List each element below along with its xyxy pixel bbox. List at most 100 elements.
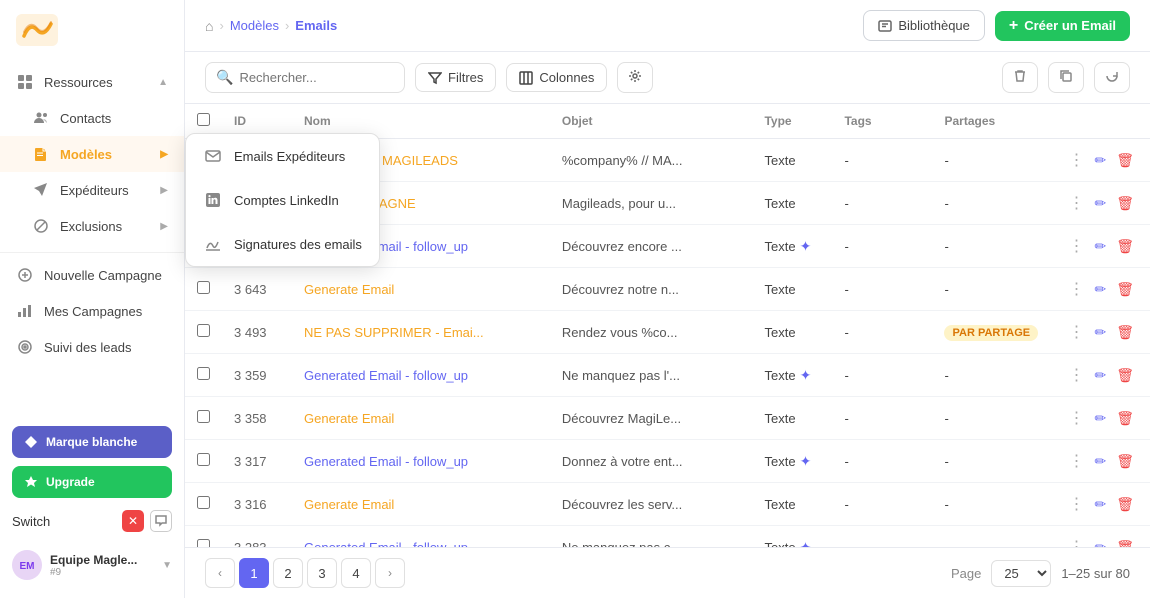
row-checkbox[interactable] <box>197 281 210 294</box>
sidebar-item-contacts[interactable]: Contacts <box>0 100 184 136</box>
next-page-button[interactable]: › <box>375 558 405 588</box>
delete-button[interactable]: 🗑 <box>1112 451 1138 472</box>
row-tags: - <box>832 354 932 397</box>
more-options-button[interactable]: ⋮ <box>1064 320 1088 344</box>
row-checkbox[interactable] <box>197 539 210 547</box>
columns-button[interactable]: Colonnes <box>506 63 607 92</box>
edit-button[interactable]: ✏ <box>1090 451 1110 472</box>
more-options-button[interactable]: ⋮ <box>1064 234 1088 258</box>
user-sub: #9 <box>50 567 154 578</box>
dropdown-menu: Emails Expéditeurs Comptes LinkedIn Sign… <box>185 133 380 267</box>
user-chevron-icon[interactable]: ▼ <box>162 560 172 571</box>
upgrade-button[interactable]: Upgrade <box>12 466 172 498</box>
edit-button[interactable]: ✏ <box>1090 193 1110 214</box>
table-row: 3 359 Generated Email - follow_up Ne man… <box>185 354 1150 397</box>
sidebar-item-modeles[interactable]: Modèles ▶ <box>0 136 184 172</box>
switch-label: Switch <box>12 514 116 529</box>
breadcrumb-modeles[interactable]: Modèles <box>230 18 279 33</box>
email-name-link[interactable]: Generate Email <box>304 497 504 512</box>
sidebar-item-suivi-leads[interactable]: Suivi des leads <box>0 329 184 365</box>
create-email-button[interactable]: + Créer un Email <box>995 11 1130 41</box>
row-id: 3 358 <box>222 397 292 440</box>
more-options-button[interactable]: ⋮ <box>1064 535 1088 547</box>
white-label-button[interactable]: Marque blanche <box>12 426 172 458</box>
copy-icon <box>1059 69 1073 83</box>
refresh-button[interactable] <box>1094 62 1130 93</box>
edit-button[interactable]: ✏ <box>1090 150 1110 171</box>
edit-button[interactable]: ✏ <box>1090 322 1110 343</box>
more-options-button[interactable]: ⋮ <box>1064 277 1088 301</box>
switch-chat-button[interactable] <box>150 510 172 532</box>
row-subject: Découvrez notre n... <box>550 268 753 311</box>
row-subject: Donnez à votre ent... <box>550 440 753 483</box>
edit-button[interactable]: ✏ <box>1090 279 1110 300</box>
delete-button[interactable]: 🗑 <box>1112 365 1138 386</box>
more-options-button[interactable]: ⋮ <box>1064 148 1088 172</box>
switch-x-button[interactable]: ✕ <box>122 510 144 532</box>
dropdown-item-signatures[interactable]: Signatures des emails <box>186 222 379 266</box>
page-4-button[interactable]: 4 <box>341 558 371 588</box>
select-all-checkbox[interactable] <box>197 113 210 126</box>
row-tags: - <box>832 268 932 311</box>
delete-button[interactable]: 🗑 <box>1112 408 1138 429</box>
prev-page-button[interactable]: ‹ <box>205 558 235 588</box>
delete-button[interactable]: 🗑 <box>1112 494 1138 515</box>
ai-icon: ✦ <box>800 453 812 470</box>
home-icon[interactable]: ⌂ <box>205 18 213 34</box>
delete-button[interactable]: 🗑 <box>1112 236 1138 257</box>
per-page-select[interactable]: 25 50 100 <box>991 560 1051 587</box>
row-checkbox[interactable] <box>197 453 210 466</box>
more-options-button[interactable]: ⋮ <box>1064 449 1088 473</box>
edit-button[interactable]: ✏ <box>1090 408 1110 429</box>
delete-button[interactable]: 🗑 <box>1112 193 1138 214</box>
row-subject: Découvrez les serv... <box>550 483 753 526</box>
sidebar-item-exclusions[interactable]: Exclusions ▶ <box>0 208 184 244</box>
email-name-link[interactable]: NE PAS SUPPRIMER - Emai... <box>304 325 504 340</box>
more-options-button[interactable]: ⋮ <box>1064 363 1088 387</box>
row-checkbox[interactable] <box>197 496 210 509</box>
search-box[interactable]: 🔍 <box>205 62 405 93</box>
sidebar-item-expediteurs[interactable]: Expéditeurs ▶ <box>0 172 184 208</box>
email-name-link[interactable]: Generate Email <box>304 282 504 297</box>
more-options-button[interactable]: ⋮ <box>1064 191 1088 215</box>
page-2-button[interactable]: 2 <box>273 558 303 588</box>
delete-button[interactable]: 🗑 <box>1112 279 1138 300</box>
email-name-link[interactable]: Generated Email - follow_up <box>304 454 504 469</box>
email-name-link[interactable]: Generate Email <box>304 411 504 426</box>
page-1-button[interactable]: 1 <box>239 558 269 588</box>
breadcrumb-sep2: › <box>285 18 289 33</box>
email-name-link[interactable]: Generated Email - follow_up <box>304 368 504 383</box>
ai-icon: ✦ <box>800 539 812 548</box>
edit-button[interactable]: ✏ <box>1090 236 1110 257</box>
page-3-button[interactable]: 3 <box>307 558 337 588</box>
search-input[interactable] <box>239 70 394 85</box>
row-tags: - <box>832 225 932 268</box>
copy-button[interactable] <box>1048 62 1084 93</box>
trash-button[interactable] <box>1002 62 1038 93</box>
row-checkbox[interactable] <box>197 410 210 423</box>
row-checkbox[interactable] <box>197 324 210 337</box>
settings-button[interactable] <box>617 62 653 93</box>
row-id: 3 317 <box>222 440 292 483</box>
row-checkbox[interactable] <box>197 367 210 380</box>
edit-button[interactable]: ✏ <box>1090 494 1110 515</box>
row-name: NE PAS SUPPRIMER - Emai... <box>292 311 550 354</box>
sidebar-item-ressources[interactable]: Ressources ▲ <box>0 64 184 100</box>
library-button[interactable]: Bibliothèque <box>863 10 985 41</box>
row-partages: - <box>932 182 1052 225</box>
dropdown-item-comptes-linkedin[interactable]: Comptes LinkedIn <box>186 178 379 222</box>
email-name-link[interactable]: Generated Email - follow_up <box>304 540 504 548</box>
dropdown-item-emails-expediteurs[interactable]: Emails Expéditeurs <box>186 134 379 178</box>
sidebar-item-mes-campagnes[interactable]: Mes Campagnes <box>0 293 184 329</box>
more-options-button[interactable]: ⋮ <box>1064 406 1088 430</box>
filter-button[interactable]: Filtres <box>415 63 496 92</box>
edit-button[interactable]: ✏ <box>1090 537 1110 548</box>
row-subject: Ne manquez pas c... <box>550 526 753 548</box>
edit-button[interactable]: ✏ <box>1090 365 1110 386</box>
row-partages: - <box>932 225 1052 268</box>
more-options-button[interactable]: ⋮ <box>1064 492 1088 516</box>
delete-button[interactable]: 🗑 <box>1112 322 1138 343</box>
delete-button[interactable]: 🗑 <box>1112 150 1138 171</box>
delete-button[interactable]: 🗑 <box>1112 537 1138 548</box>
sidebar-item-nouvelle-campagne[interactable]: Nouvelle Campagne <box>0 257 184 293</box>
